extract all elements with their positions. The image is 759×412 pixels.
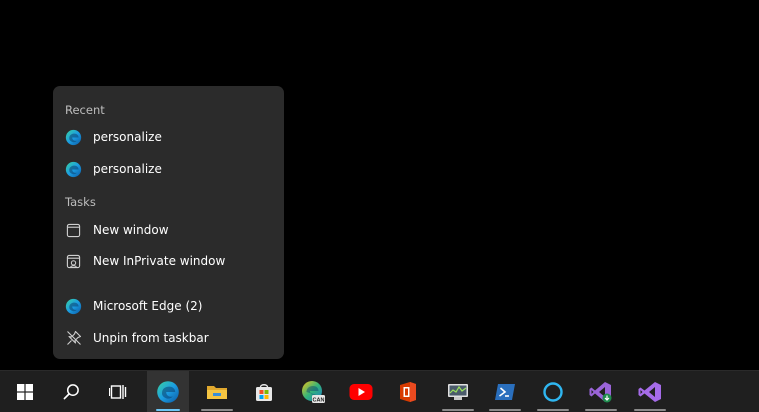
running-indicator [201, 409, 233, 411]
edge-icon [65, 298, 82, 315]
taskbar-youtube-button[interactable] [340, 371, 382, 412]
taskbar-vs-installer-button[interactable] [580, 371, 622, 412]
cortana-icon [542, 381, 564, 403]
unpin-icon [65, 330, 82, 347]
visual-studio-icon [638, 381, 662, 403]
taskbar-file-explorer-button[interactable] [196, 371, 238, 412]
taskbar-store-button[interactable] [243, 371, 285, 412]
office-icon [398, 381, 418, 403]
windows-logo-icon [17, 383, 33, 400]
running-indicator [537, 409, 569, 411]
running-indicator [156, 409, 180, 411]
search-icon [63, 383, 80, 400]
window-icon [65, 222, 82, 239]
task-label: New InPrivate window [93, 254, 226, 268]
edge-icon [65, 161, 82, 178]
vs-installer-icon [589, 381, 613, 403]
running-indicator [442, 409, 474, 411]
running-indicator [489, 409, 521, 411]
recent-item-personalize-1[interactable]: personalize [53, 123, 284, 151]
task-new-window[interactable]: New window [53, 216, 284, 244]
store-icon [254, 382, 274, 402]
task-label: New window [93, 223, 169, 237]
app-label: Microsoft Edge (2) [93, 299, 203, 313]
edge-icon [65, 129, 82, 146]
tasks-header: Tasks [65, 195, 96, 209]
taskbar-performance-monitor-button[interactable] [437, 371, 479, 412]
running-indicator [585, 409, 617, 411]
edge-canary-icon: CAN [301, 380, 325, 404]
edge-jump-list: Recent personalize personalize Tasks New… [53, 86, 284, 359]
recent-item-label: personalize [93, 162, 162, 176]
task-new-inprivate-window[interactable]: New InPrivate window [53, 247, 284, 275]
recent-header: Recent [65, 103, 105, 117]
recent-item-personalize-2[interactable]: personalize [53, 155, 284, 183]
recent-item-label: personalize [93, 130, 162, 144]
inprivate-window-icon [65, 253, 82, 270]
folder-icon [206, 383, 228, 401]
powershell-icon [494, 383, 516, 401]
taskbar-edge-canary-button[interactable]: CAN [292, 371, 334, 412]
unpin-from-taskbar[interactable]: Unpin from taskbar [53, 324, 284, 352]
edge-icon [156, 380, 180, 404]
taskbar-cortana-button[interactable] [532, 371, 574, 412]
canary-badge: CAN [313, 397, 325, 403]
app-microsoft-edge[interactable]: Microsoft Edge (2) [53, 292, 284, 320]
taskbar-visual-studio-button[interactable] [629, 371, 671, 412]
task-view-button[interactable] [97, 371, 139, 412]
taskbar: CAN [0, 370, 759, 412]
running-indicator [634, 409, 666, 411]
unpin-label: Unpin from taskbar [93, 331, 209, 345]
taskbar-office-button[interactable] [387, 371, 429, 412]
task-view-icon [109, 384, 127, 400]
youtube-icon [349, 383, 373, 401]
taskbar-powershell-button[interactable] [484, 371, 526, 412]
search-button[interactable] [50, 371, 92, 412]
performance-monitor-icon [447, 382, 469, 402]
start-button[interactable] [4, 371, 46, 412]
taskbar-edge-button[interactable] [147, 371, 189, 412]
